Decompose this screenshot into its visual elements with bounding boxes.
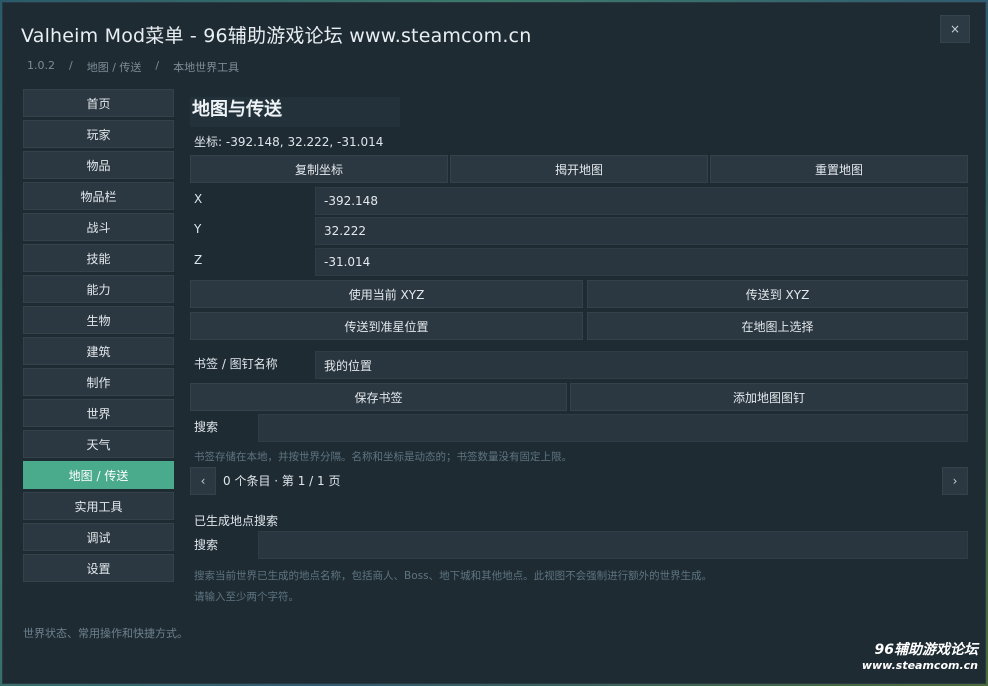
save-bookmark-button[interactable]: 保存书签 xyxy=(190,383,567,411)
y-label: Y xyxy=(194,222,202,236)
bookmark-name-label: 书签 / 图钉名称 xyxy=(194,357,278,371)
sidebar-item-debug[interactable]: 调试 xyxy=(23,523,174,551)
reveal-map-button[interactable]: 揭开地图 xyxy=(450,155,708,183)
window-title: Valheim Mod菜单 - 96辅助游戏论坛 www.steamcom.cn xyxy=(21,25,532,47)
breadcrumb-section[interactable]: 地图 / 传送 xyxy=(87,59,142,75)
sidebar-item-home[interactable]: 首页 xyxy=(23,89,174,117)
current-coordinates: 坐标: -392.148, 32.222, -31.014 xyxy=(194,135,384,149)
watermark-url: www.steamcom.cn xyxy=(861,659,978,672)
sidebar-item-abilities[interactable]: 能力 xyxy=(23,275,174,303)
breadcrumb-version: 1.0.2 xyxy=(27,59,55,72)
generated-hint-min-chars: 请输入至少两个字符。 xyxy=(194,591,299,603)
sidebar-item-settings[interactable]: 设置 xyxy=(23,554,174,582)
pager-prev-button[interactable]: ‹ xyxy=(190,467,216,495)
sidebar-item-world[interactable]: 世界 xyxy=(23,399,174,427)
bookmark-name-input[interactable]: 我的位置 xyxy=(315,351,968,379)
sidebar-item-items[interactable]: 物品 xyxy=(23,151,174,179)
reset-map-button[interactable]: 重置地图 xyxy=(710,155,968,183)
pager-next-button[interactable]: › xyxy=(942,467,968,495)
teleport-crosshair-button[interactable]: 传送到准星位置 xyxy=(190,312,583,340)
breadcrumb: 1.0.2 / 地图 / 传送 / 本地世界工具 xyxy=(27,59,239,75)
sidebar-item-utilities[interactable]: 实用工具 xyxy=(23,492,174,520)
bookmark-hint: 书签存储在本地，并按世界分隔。名称和坐标是动态的；书签数量没有固定上限。 xyxy=(194,451,572,463)
forum-watermark: 96辅助游戏论坛 www.steamcom.cn xyxy=(862,639,978,672)
z-input[interactable]: -31.014 xyxy=(315,248,968,276)
select-on-map-button[interactable]: 在地图上选择 xyxy=(587,312,968,340)
sidebar-footer-text: 世界状态、常用操作和快捷方式。 xyxy=(23,627,188,640)
sidebar-item-combat[interactable]: 战斗 xyxy=(23,213,174,241)
sidebar-item-map-teleport[interactable]: 地图 / 传送 xyxy=(23,461,174,489)
sidebar-nav: 首页 玩家 物品 物品栏 战斗 技能 能力 生物 建筑 制作 世界 天气 地图 … xyxy=(23,89,174,585)
mod-menu-window: Valheim Mod菜单 - 96辅助游戏论坛 www.steamcom.cn… xyxy=(2,2,986,684)
pager-status: 0 个条目 · 第 1 / 1 页 xyxy=(223,474,341,488)
sidebar-item-inventory[interactable]: 物品栏 xyxy=(23,182,174,210)
generated-search-label: 搜索 xyxy=(194,538,219,552)
breadcrumb-separator: / xyxy=(155,59,160,72)
generated-hint: 搜索当前世界已生成的地点名称，包括商人、Boss、地下城和其他地点。此视图不会强… xyxy=(194,570,713,582)
sidebar-item-skills[interactable]: 技能 xyxy=(23,244,174,272)
sidebar-item-player[interactable]: 玩家 xyxy=(23,120,174,148)
generated-locations-title: 已生成地点搜索 xyxy=(194,514,279,528)
teleport-xyz-button[interactable]: 传送到 XYZ xyxy=(587,280,968,308)
bookmark-search-label: 搜索 xyxy=(194,420,219,434)
sidebar-item-weather[interactable]: 天气 xyxy=(23,430,174,458)
sidebar-item-building[interactable]: 建筑 xyxy=(23,337,174,365)
close-button[interactable]: × xyxy=(940,15,970,43)
page-title: 地图与传送 xyxy=(192,99,282,120)
bookmark-search-input[interactable] xyxy=(258,414,968,442)
generated-search-input[interactable] xyxy=(258,531,968,559)
breadcrumb-separator: / xyxy=(69,59,73,72)
add-map-pin-button[interactable]: 添加地图图钉 xyxy=(570,383,968,411)
breadcrumb-page: 本地世界工具 xyxy=(173,61,240,74)
y-input[interactable]: 32.222 xyxy=(315,217,968,245)
x-input[interactable]: -392.148 xyxy=(315,187,968,215)
copy-coords-button[interactable]: 复制坐标 xyxy=(190,155,448,183)
x-label: X xyxy=(194,192,203,206)
sidebar-item-creatures[interactable]: 生物 xyxy=(23,306,174,334)
sidebar-item-crafting[interactable]: 制作 xyxy=(23,368,174,396)
use-current-xyz-button[interactable]: 使用当前 XYZ xyxy=(190,280,583,308)
watermark-forum-name: 96辅助游戏论坛 xyxy=(874,642,978,658)
z-label: Z xyxy=(194,253,203,267)
